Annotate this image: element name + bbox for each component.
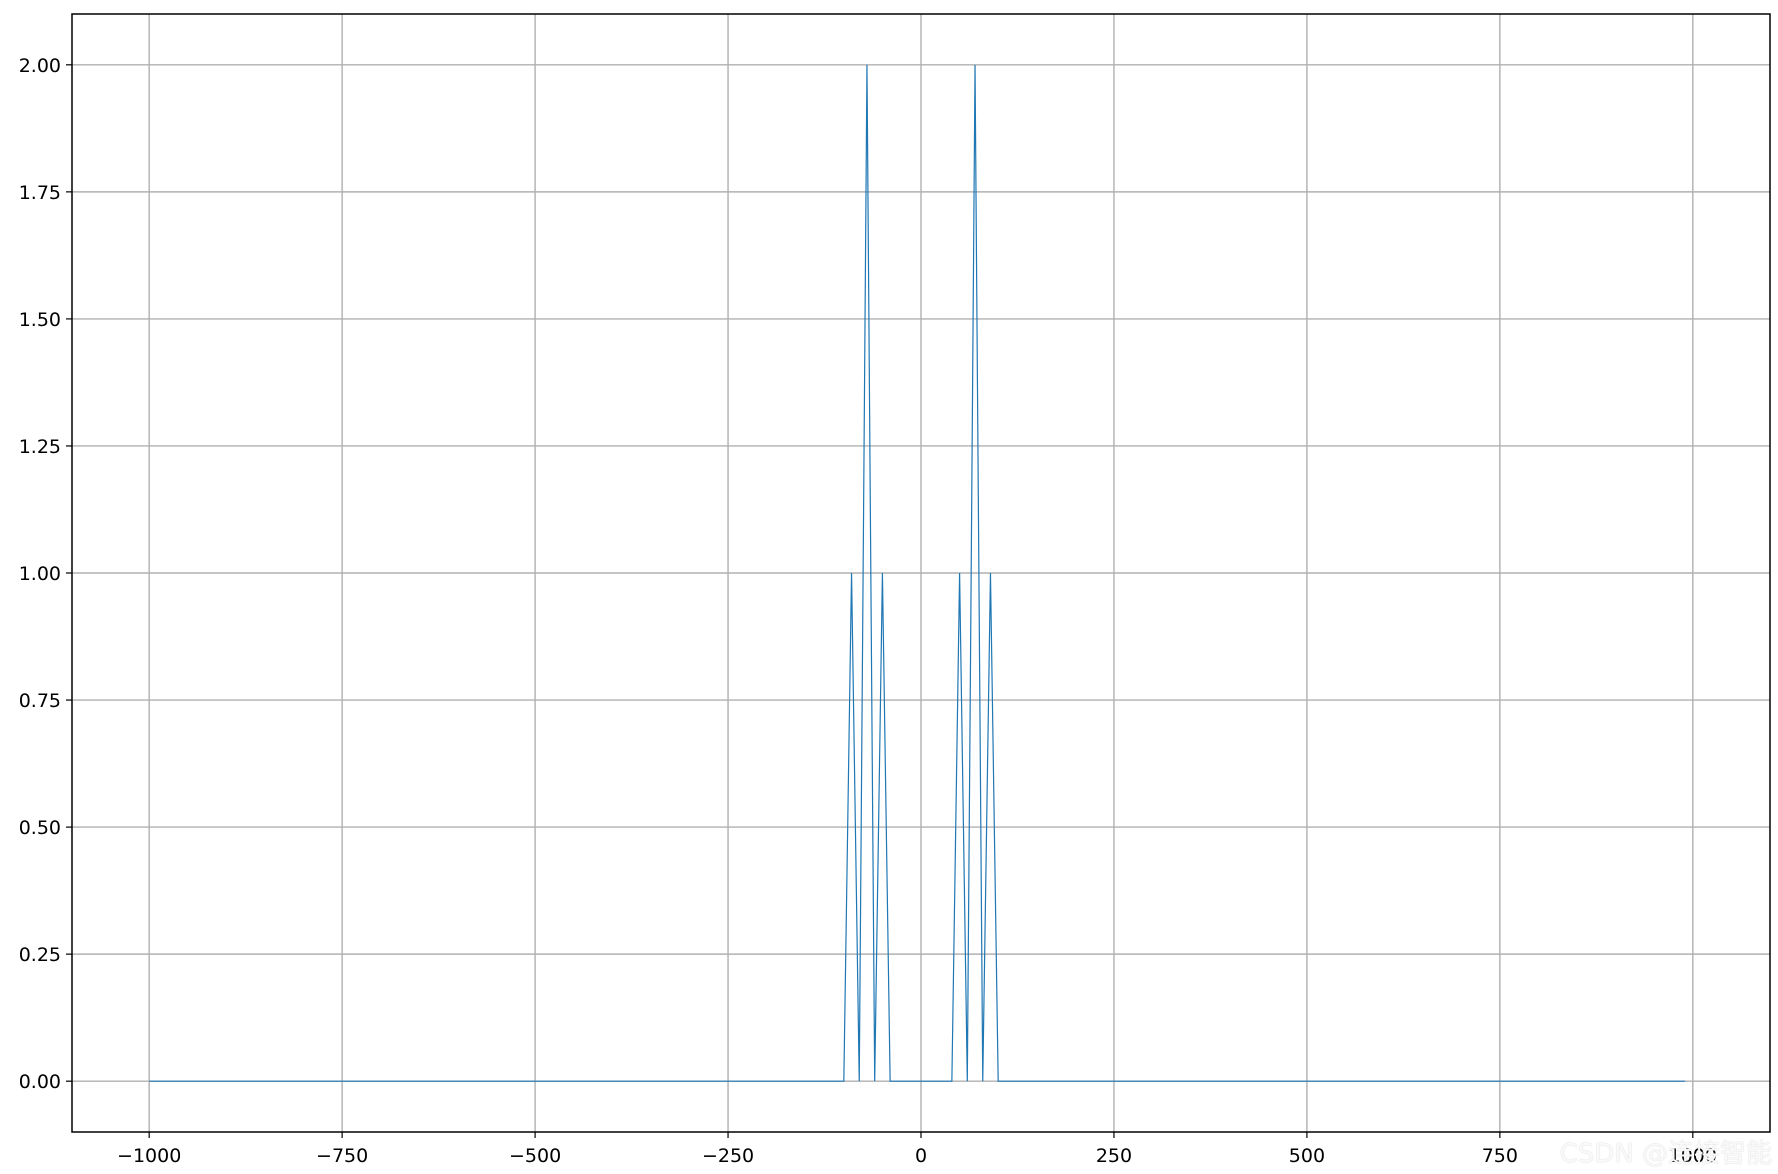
y-tick-label: 1.75 [19, 182, 61, 204]
x-tick-label: −500 [509, 1145, 561, 1167]
y-tick-label: 1.50 [19, 309, 61, 331]
y-tick-label: 0.25 [19, 944, 61, 966]
y-tick-label: 1.00 [19, 563, 61, 585]
y-tick-label: 0.75 [19, 690, 61, 712]
x-tick-label: −250 [702, 1145, 754, 1167]
x-tick-label: 0 [915, 1145, 927, 1167]
x-tick-label: −1000 [117, 1145, 181, 1167]
grid-lines [72, 14, 1770, 1132]
y-tick-label: 0.00 [19, 1071, 61, 1093]
x-tick-label: −750 [316, 1145, 368, 1167]
watermark-text: CSDN @连接智能 [1559, 1139, 1772, 1169]
y-tick-label: 2.00 [19, 55, 61, 77]
y-tick-label: 0.50 [19, 817, 61, 839]
x-tick-label: 250 [1096, 1145, 1132, 1167]
x-tick-label: 750 [1482, 1145, 1518, 1167]
x-tick-label: 500 [1289, 1145, 1325, 1167]
y-tick-label: 1.25 [19, 436, 61, 458]
line-chart: −1000 −750 −500 −250 0 250 500 750 10000.000.250… [19, 13, 1771, 1167]
